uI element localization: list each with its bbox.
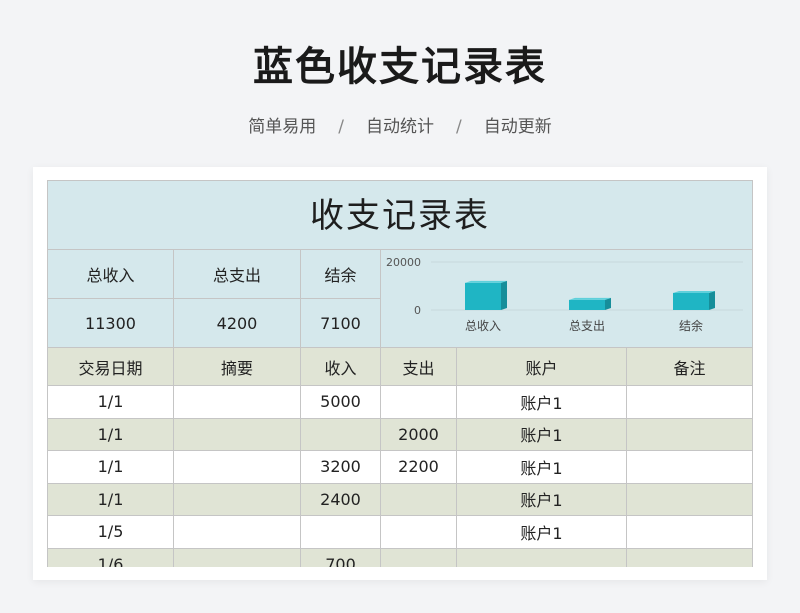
table-cell-income[interactable]: 700 (301, 548, 381, 567)
y-tick-label: 20000 (386, 256, 421, 269)
chart-bar-top (569, 297, 611, 300)
table-cell-date[interactable]: 1/5 (47, 516, 174, 549)
table-cell-income[interactable]: 2400 (301, 483, 381, 516)
table-cell-income[interactable]: 5000 (301, 386, 381, 419)
summary-value-income[interactable]: 11300 (47, 299, 174, 348)
table-cell-account[interactable]: 账户1 (457, 418, 627, 451)
table-cell-note[interactable] (627, 451, 753, 484)
chart-svg: 20000 0 总收入 总支出 结余 (386, 256, 743, 333)
table-cell-account[interactable]: 账户1 (457, 516, 627, 549)
table-cell-note[interactable] (627, 548, 753, 567)
table-cell-account[interactable]: 账户1 (457, 386, 627, 419)
table-cell-date[interactable]: 1/6 (47, 548, 174, 567)
chart-bar-side (605, 297, 611, 310)
column-header-expense[interactable]: 支出 (381, 348, 457, 386)
chart-bar (465, 282, 501, 310)
spreadsheet: 收支记录表 总收入 总支出 结余 11300 4200 7100 20000 0 总… (47, 180, 753, 567)
chart-bar-top (673, 290, 715, 293)
table-cell-summary[interactable] (174, 451, 301, 484)
column-header-note[interactable]: 备注 (627, 348, 753, 386)
subtitle-item-3: 自动更新 (483, 117, 552, 137)
summary-bar-chart: 20000 0 总收入 总支出 结余 (381, 250, 753, 348)
table-cell-date[interactable]: 1/1 (47, 386, 174, 419)
summary-value-expense[interactable]: 4200 (174, 299, 301, 348)
table-cell-income[interactable] (301, 516, 381, 549)
column-header-income[interactable]: 收入 (301, 348, 381, 386)
table-cell-date[interactable]: 1/1 (47, 483, 174, 516)
table-cell-income[interactable] (301, 418, 381, 451)
chart-bar (673, 292, 709, 310)
y-tick-label: 0 (414, 304, 421, 317)
table-cell-summary[interactable] (174, 418, 301, 451)
summary-label-balance[interactable]: 结余 (301, 250, 381, 299)
chart-bar-side (709, 290, 715, 310)
page-title: 蓝色收支记录表 (253, 44, 547, 90)
table-cell-expense[interactable]: 2000 (381, 418, 457, 451)
column-header-summary[interactable]: 摘要 (174, 348, 301, 386)
summary-label-income[interactable]: 总收入 (47, 250, 174, 299)
chart-bar (569, 299, 605, 310)
sheet-title: 收支记录表 (47, 180, 753, 250)
separator: / (456, 117, 462, 137)
column-header-account[interactable]: 账户 (457, 348, 627, 386)
subtitle-item-1: 简单易用 (248, 117, 317, 137)
table-cell-expense[interactable] (381, 548, 457, 567)
table-cell-expense[interactable]: 2200 (381, 451, 457, 484)
table-cell-expense[interactable] (381, 516, 457, 549)
table-cell-summary[interactable] (174, 548, 301, 567)
separator: / (338, 117, 344, 137)
column-header-date[interactable]: 交易日期 (47, 348, 174, 386)
table-cell-date[interactable]: 1/1 (47, 451, 174, 484)
table-cell-date[interactable]: 1/1 (47, 418, 174, 451)
x-tick-label: 总支出 (569, 319, 605, 333)
x-tick-label: 总收入 (465, 319, 501, 333)
summary-label-expense[interactable]: 总支出 (174, 250, 301, 299)
table-cell-note[interactable] (627, 516, 753, 549)
subtitle-item-2: 自动统计 (366, 117, 434, 137)
summary-value-balance[interactable]: 7100 (301, 299, 381, 348)
table-cell-summary[interactable] (174, 483, 301, 516)
chart-bar-side (501, 280, 507, 310)
spreadsheet-preview-card: 收支记录表 总收入 总支出 结余 11300 4200 7100 20000 0 总… (33, 167, 767, 580)
table-cell-summary[interactable] (174, 386, 301, 419)
table-cell-note[interactable] (627, 418, 753, 451)
table-cell-expense[interactable] (381, 483, 457, 516)
table-cell-expense[interactable] (381, 386, 457, 419)
chart-bar-top (465, 280, 507, 283)
table-cell-note[interactable] (627, 386, 753, 419)
table-cell-income[interactable]: 3200 (301, 451, 381, 484)
x-tick-label: 结余 (679, 318, 703, 333)
table-cell-note[interactable] (627, 483, 753, 516)
table-cell-account[interactable]: 账户1 (457, 451, 627, 484)
table-cell-summary[interactable] (174, 516, 301, 549)
table-cell-account[interactable]: 账户1 (457, 483, 627, 516)
page-subtitle: 简单易用 / 自动统计 / 自动更新 (0, 112, 800, 137)
table-cell-account[interactable] (457, 548, 627, 567)
